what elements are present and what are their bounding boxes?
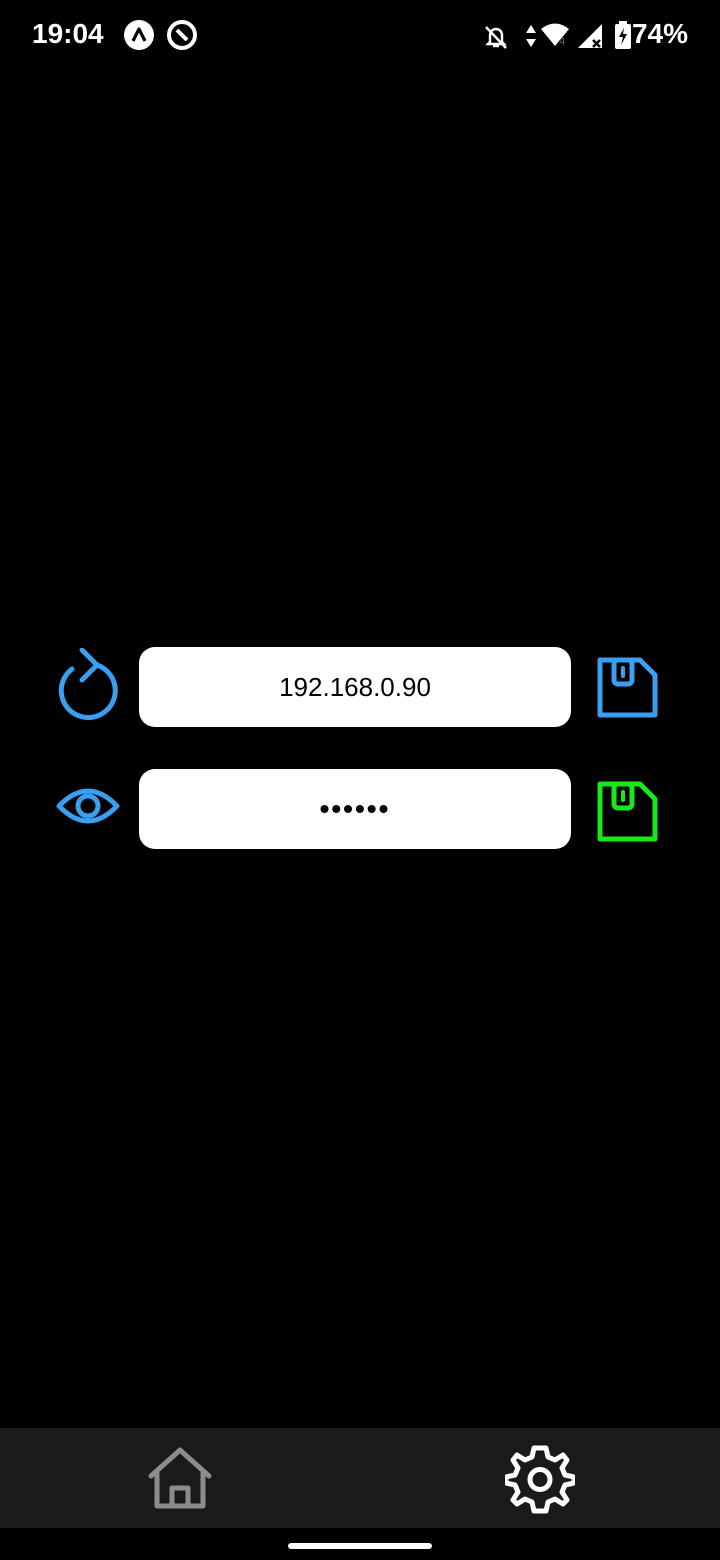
battery-level: 74% — [631, 18, 688, 49]
show-password-icon[interactable] — [56, 782, 120, 830]
refresh-icon[interactable] — [54, 648, 122, 720]
ip-address-input[interactable] — [139, 646, 571, 728]
status-bar: 19:04 4 74% — [0, 0, 720, 72]
bottom-nav — [0, 1428, 720, 1528]
settings-icon[interactable] — [505, 1444, 575, 1514]
status-time: 19:04 — [32, 18, 104, 49]
save-password-button[interactable] — [596, 780, 660, 844]
data-arrows-icon — [526, 25, 536, 47]
password-value[interactable]: •••••• — [320, 793, 391, 825]
gesture-bar[interactable] — [288, 1543, 432, 1549]
app-a-icon — [124, 20, 154, 50]
password-field[interactable]: •••••• — [139, 769, 571, 849]
wifi-icon: 4 — [541, 23, 569, 48]
home-icon[interactable] — [145, 1444, 215, 1514]
signal-icon — [578, 24, 602, 48]
svg-text:4: 4 — [559, 36, 565, 48]
battery-charging-icon — [615, 21, 631, 49]
ip-address-field[interactable] — [139, 646, 571, 728]
app-circle-icon — [167, 20, 197, 50]
save-ip-button[interactable] — [596, 656, 660, 720]
notifications-off-icon — [485, 26, 507, 49]
